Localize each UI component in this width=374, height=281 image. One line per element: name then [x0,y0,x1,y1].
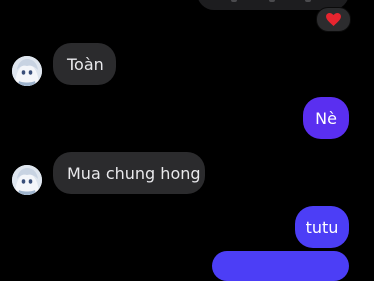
message-text: Mua chung hong [67,163,201,183]
chat-thread: Toàn Nè Mua chung hong tutu [0,0,374,281]
heart-icon [326,13,341,26]
outgoing-message-bubble[interactable]: Nè [303,97,349,139]
message-text: Nè [315,108,337,128]
bubble-fragment [305,0,311,2]
message-text: tutu [305,217,339,237]
bubble-fragment [231,0,237,2]
avatar-icon [12,56,42,86]
avatar-icon [12,165,42,195]
avatar[interactable] [12,56,42,86]
outgoing-message-bubble[interactable]: tutu [295,206,349,248]
message-text: Toàn [67,54,104,74]
bubble-fragment [269,0,275,2]
outgoing-message-bubble-partial[interactable] [212,251,349,281]
incoming-message-bubble[interactable]: Toàn [53,43,116,85]
message-reaction[interactable] [316,7,351,32]
avatar[interactable] [12,165,42,195]
incoming-message-bubble[interactable]: Mua chung hong [53,152,205,194]
